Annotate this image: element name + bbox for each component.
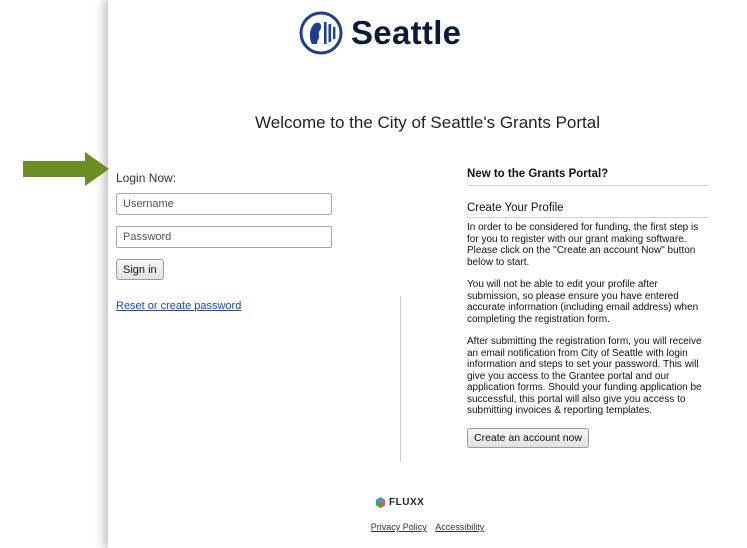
password-input[interactable] bbox=[116, 226, 332, 248]
page-title: Welcome to the City of Seattle's Grants … bbox=[255, 113, 600, 132]
seattle-seal-icon bbox=[299, 11, 343, 55]
create-profile-heading: Create Your Profile bbox=[467, 202, 709, 218]
logo-text: Seattle bbox=[351, 14, 462, 51]
privacy-policy-link[interactable]: Privacy Policy bbox=[371, 522, 427, 532]
create-account-button[interactable]: Create an account now bbox=[467, 427, 589, 448]
sign-in-button[interactable]: Sign in bbox=[116, 259, 164, 280]
seattle-logo: Seattle bbox=[299, 11, 461, 55]
info-paragraph: After submitting the registration form, … bbox=[467, 336, 702, 416]
fluxx-logo: FLUXX bbox=[375, 497, 424, 508]
info-paragraph: You will not be able to edit your profil… bbox=[467, 279, 699, 325]
fluxx-brand-text: FLUXX bbox=[389, 497, 425, 508]
column-divider bbox=[400, 296, 401, 462]
login-heading: Login Now: bbox=[116, 171, 177, 185]
footer-links: Privacy Policy Accessibility bbox=[108, 522, 747, 532]
accessibility-link[interactable]: Accessibility bbox=[435, 522, 484, 532]
registration-panel: New to the Grants Portal? Create Your Pr… bbox=[467, 168, 709, 448]
reset-password-link[interactable]: Reset or create password bbox=[116, 300, 241, 312]
username-input[interactable] bbox=[116, 193, 332, 215]
new-user-heading: New to the Grants Portal? bbox=[467, 168, 709, 186]
fluxx-icon bbox=[375, 497, 386, 508]
info-paragraph: In order to be considered for funding, t… bbox=[467, 222, 699, 268]
right-arrow-icon bbox=[23, 152, 109, 186]
